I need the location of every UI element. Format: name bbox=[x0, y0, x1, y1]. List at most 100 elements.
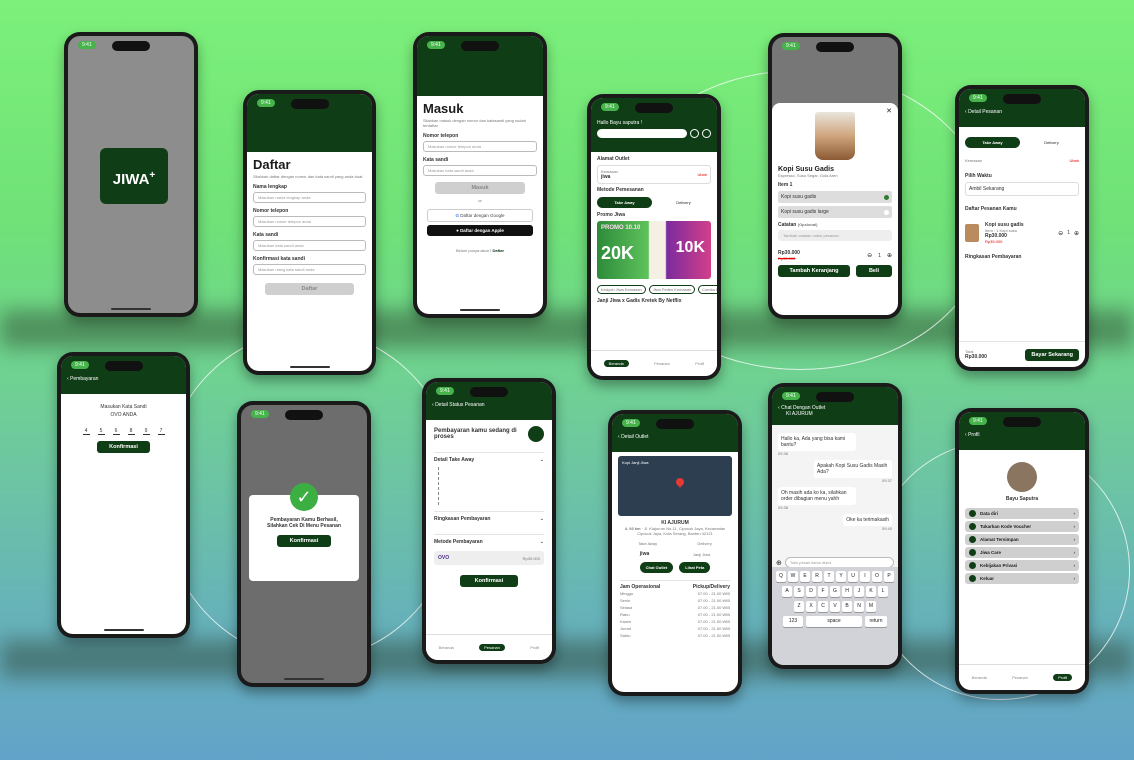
text-field[interactable]: Masukan nomor telepon anda bbox=[253, 216, 366, 227]
login-button[interactable]: Masuk bbox=[435, 182, 525, 194]
avatar bbox=[1007, 462, 1037, 492]
minus-button[interactable]: ⊖ bbox=[1058, 230, 1063, 237]
key[interactable]: C bbox=[818, 601, 828, 612]
page-title: Detail Pesanan bbox=[968, 109, 1002, 115]
note-input[interactable]: Tambah catatan untuk pesanan bbox=[778, 230, 892, 241]
bell-icon[interactable] bbox=[702, 129, 711, 138]
text-field[interactable]: Masukan nama lengkap anda bbox=[253, 192, 366, 203]
phone-login: 9:41 Masuk Silahkan masuk dengan nomor d… bbox=[413, 32, 547, 318]
delivery-toggle[interactable]: Delivery bbox=[656, 197, 711, 208]
minus-button[interactable]: ⊖ bbox=[867, 252, 872, 259]
view-map-button[interactable]: Lihat Peta bbox=[679, 562, 711, 573]
delivery-toggle[interactable]: Delivery bbox=[1024, 137, 1079, 148]
nav-item[interactable]: Profil bbox=[695, 361, 704, 366]
outlet-chip[interactable]: Combo Kemasan bbox=[698, 285, 717, 294]
close-icon[interactable]: ✕ bbox=[886, 107, 892, 115]
profile-menu-item[interactable]: Jiwa Care › bbox=[965, 547, 1079, 558]
key[interactable]: R bbox=[812, 571, 822, 582]
confirm-button[interactable]: Konfirmasi bbox=[460, 575, 518, 587]
key[interactable]: S bbox=[794, 586, 804, 597]
buy-button[interactable]: Beli bbox=[856, 265, 892, 277]
chevron-right-icon: › bbox=[1073, 537, 1076, 542]
register-button[interactable]: Daftar bbox=[265, 283, 354, 295]
key[interactable]: A bbox=[782, 586, 792, 597]
key[interactable]: Q bbox=[776, 571, 786, 582]
signup-link[interactable]: Daftar bbox=[492, 248, 504, 253]
key[interactable]: H bbox=[842, 586, 852, 597]
profile-menu-item[interactable]: Alamat Tersimpan › bbox=[965, 534, 1079, 545]
nav-item[interactable]: Profil bbox=[530, 645, 539, 650]
takeaway-toggle[interactable]: Take Away bbox=[597, 197, 652, 208]
pay-now-button[interactable]: Bayar Sekarang bbox=[1025, 348, 1079, 361]
key[interactable]: P bbox=[884, 571, 894, 582]
map-view[interactable]: Kopi Janji Jiwa bbox=[618, 456, 732, 516]
key[interactable]: V bbox=[830, 601, 840, 612]
key[interactable]: F bbox=[818, 586, 828, 597]
key[interactable]: O bbox=[872, 571, 882, 582]
change-outlet-link[interactable]: Ubah bbox=[697, 172, 707, 177]
menu-icon bbox=[969, 523, 976, 530]
text-field[interactable]: Masukan kata sandi anda bbox=[253, 240, 366, 251]
chevron-down-icon: ⌄ bbox=[539, 457, 544, 463]
key[interactable]: W bbox=[788, 571, 798, 582]
chevron-right-icon: › bbox=[1073, 563, 1076, 568]
nav-item[interactable]: Beranda bbox=[603, 360, 629, 367]
profile-menu-item[interactable]: Keluar › bbox=[965, 573, 1079, 584]
takeaway-toggle[interactable]: Take Away bbox=[965, 137, 1020, 148]
nav-item[interactable]: Profil bbox=[1053, 674, 1073, 681]
chat-outlet-button[interactable]: Chat Outlet bbox=[639, 562, 674, 573]
confirm-button[interactable]: Konfirmasi bbox=[97, 441, 150, 453]
apple-button[interactable]: ● Daftar dengan Apple bbox=[427, 225, 533, 236]
pin-digit: 9 bbox=[142, 428, 150, 435]
promo-banner[interactable]: PROMO 10.10 20K 10K bbox=[597, 221, 711, 279]
text-field[interactable]: Masukan nomor telepon anda bbox=[423, 141, 537, 152]
pickup-time-select[interactable]: Ambil Sekarang bbox=[965, 182, 1079, 196]
size-option[interactable]: Kopi susu gadis large bbox=[778, 206, 892, 218]
plus-button[interactable]: ⊕ bbox=[1074, 230, 1079, 237]
page-title: Daftar bbox=[253, 157, 291, 172]
plus-button[interactable]: ⊕ bbox=[887, 252, 892, 259]
outlet-chip[interactable]: Kedyoh Jiwa Kemasan bbox=[597, 285, 646, 294]
key[interactable]: L bbox=[878, 586, 888, 597]
add-icon[interactable]: ⊕ bbox=[776, 559, 782, 567]
nav-item[interactable]: Pesanan bbox=[654, 361, 670, 366]
confirm-button[interactable]: Konfirmasi bbox=[277, 535, 331, 547]
key[interactable]: U bbox=[848, 571, 858, 582]
key[interactable]: X bbox=[806, 601, 816, 612]
product-thumb bbox=[965, 224, 979, 242]
add-to-cart-button[interactable]: Tambah Keranjang bbox=[778, 265, 850, 277]
radio-icon bbox=[884, 209, 889, 215]
cart-icon[interactable] bbox=[690, 129, 699, 138]
profile-menu-item[interactable]: Kebijakan Privasi › bbox=[965, 560, 1079, 571]
text-field[interactable]: Masukan ulang kata sandi anda bbox=[253, 264, 366, 275]
nav-item[interactable]: Beranda bbox=[439, 645, 454, 650]
size-option[interactable]: Kopi susu gadis bbox=[778, 191, 892, 203]
key[interactable]: N bbox=[854, 601, 864, 612]
key[interactable]: T bbox=[824, 571, 834, 582]
text-field[interactable]: Masukan kata sandi anda bbox=[423, 165, 537, 176]
key[interactable]: G bbox=[830, 586, 840, 597]
chevron-down-icon: ⌄ bbox=[539, 516, 544, 522]
key[interactable]: J bbox=[854, 586, 864, 597]
outlet-chip[interactable]: Jiwa Pedes Kemasan bbox=[648, 285, 696, 294]
profile-menu-item[interactable]: Data diri › bbox=[965, 508, 1079, 519]
key[interactable]: M bbox=[866, 601, 876, 612]
key[interactable]: I bbox=[860, 571, 870, 582]
chat-bubble: Apakah Kopi Susu Gadis Masih Ada? bbox=[814, 460, 892, 478]
key[interactable]: B bbox=[842, 601, 852, 612]
phone-pin: 9:41 ‹ Pembayaran Masukan Kata Sandi OVO… bbox=[57, 352, 190, 638]
key[interactable]: Z bbox=[794, 601, 804, 612]
nav-item[interactable]: Beranda bbox=[972, 675, 987, 680]
profile-menu-item[interactable]: Tukarkan Kode Voucher › bbox=[965, 521, 1079, 532]
nav-item[interactable]: Pesanan bbox=[479, 644, 505, 651]
google-button[interactable]: G Daftar dengan Google bbox=[427, 209, 533, 222]
key[interactable]: D bbox=[806, 586, 816, 597]
search-input[interactable] bbox=[597, 129, 687, 138]
key[interactable]: K bbox=[866, 586, 876, 597]
greeting: Hallo Bayu saputra ! bbox=[597, 120, 643, 126]
chevron-right-icon: › bbox=[1073, 524, 1076, 529]
key[interactable]: Y bbox=[836, 571, 846, 582]
chat-bubble: Oh masih ada ko ka, silahkan order dibag… bbox=[778, 487, 856, 505]
nav-item[interactable]: Pesanan bbox=[1012, 675, 1028, 680]
key[interactable]: E bbox=[800, 571, 810, 582]
